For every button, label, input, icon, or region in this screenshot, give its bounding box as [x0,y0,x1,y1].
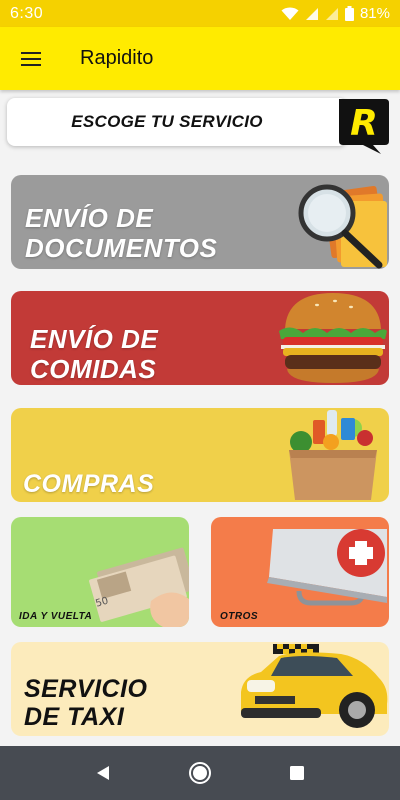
back-icon [97,766,110,780]
recents-button[interactable] [272,748,322,798]
money-bills-icon: 50 [89,547,189,627]
recents-icon [289,766,304,780]
burger-icon [279,293,387,383]
signal-icon [305,7,319,21]
home-icon [188,762,211,784]
choose-service-text: ESCOGE TU SERVICIO [71,112,263,131]
signal-icon [325,7,339,21]
battery-percentage: 81% [359,5,390,22]
services-screen: ESCOGE TU SERVICIO R ENVÍO DE DOCUMENTOS… [0,90,400,746]
folders-magnifier-icon [298,184,388,269]
service-card-others[interactable]: OTROS [211,517,389,627]
documents-label: ENVÍO DE DOCUMENTOS [25,203,218,263]
home-button[interactable] [175,748,225,798]
wifi-icon [281,7,299,21]
logo-letter: R [350,103,378,144]
grocery-bag-icon [289,410,377,500]
choose-service-banner: ESCOGE TU SERVICIO [7,98,347,146]
status-icons: 81% [281,5,390,22]
menu-button[interactable] [0,27,62,90]
app-title: Rapidito [80,47,154,69]
first-aid-kit-icon [267,529,387,606]
status-bar: 6:30 81% [0,0,400,27]
service-card-documents[interactable]: ENVÍO DE DOCUMENTOS [11,175,389,269]
service-card-round-trip[interactable]: 50 IDA Y VUELTA [11,517,189,627]
rapidito-logo: R [337,97,391,155]
taxi-label: SERVICIO DE TAXI [24,675,148,731]
taxi-car-icon [241,644,388,728]
system-nav-bar [0,746,400,800]
battery-icon [344,6,354,21]
round-trip-label: IDA Y VUELTA [19,611,93,622]
app-bar: Rapidito [0,27,400,90]
status-time: 6:30 [10,4,44,22]
menu-icon [21,48,41,70]
food-label: ENVÍO DE COMIDAS [30,324,159,384]
others-label: OTROS [220,611,259,622]
service-card-food[interactable]: ENVÍO DE COMIDAS [11,291,389,385]
shopping-label: COMPRAS [23,470,155,498]
back-button[interactable] [78,748,128,798]
service-card-shopping[interactable]: COMPRAS [11,408,389,502]
service-card-taxi[interactable]: SERVICIO DE TAXI [11,642,389,736]
